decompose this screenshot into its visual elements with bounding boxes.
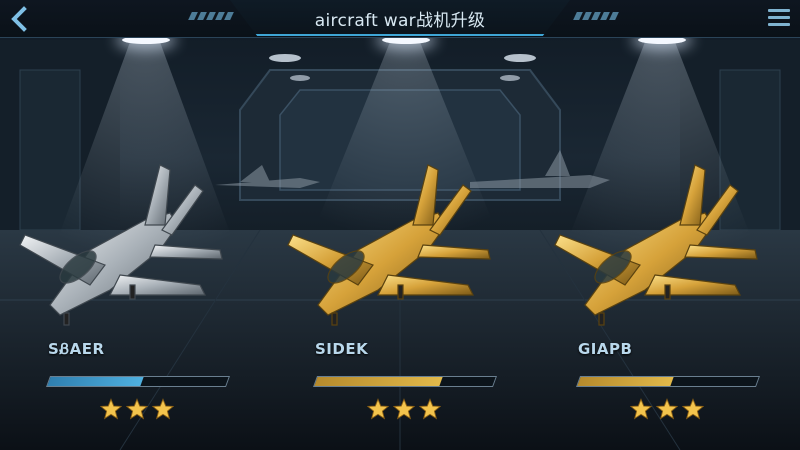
jet-gold-2 bbox=[554, 164, 758, 326]
star-icon bbox=[393, 398, 415, 420]
star-icon bbox=[100, 398, 122, 420]
star-rating bbox=[630, 398, 704, 420]
page-title: aircraft war战机升级 bbox=[314, 11, 486, 31]
chevron-left-icon bbox=[11, 6, 27, 32]
upgrade-progress-bar bbox=[45, 376, 231, 387]
title-stripes-left bbox=[188, 12, 234, 20]
progress-fill bbox=[577, 377, 674, 386]
star-icon bbox=[656, 398, 678, 420]
star-rating bbox=[367, 398, 441, 420]
plane-name: SᏰAER bbox=[48, 340, 105, 358]
jet-gold-1 bbox=[287, 164, 491, 326]
plane-card[interactable]: SᏰAER bbox=[45, 340, 248, 430]
star-icon bbox=[367, 398, 389, 420]
hamburger-menu-icon bbox=[768, 9, 790, 12]
menu-button[interactable] bbox=[768, 9, 790, 27]
star-icon bbox=[419, 398, 441, 420]
back-button[interactable] bbox=[6, 6, 34, 32]
title-stripes-right bbox=[573, 12, 619, 20]
plane-name: SIDEK bbox=[315, 340, 369, 358]
star-icon bbox=[682, 398, 704, 420]
star-icon bbox=[152, 398, 174, 420]
progress-fill bbox=[47, 377, 144, 386]
star-icon bbox=[126, 398, 148, 420]
plane-name: GIAPB bbox=[578, 340, 633, 358]
plane-card[interactable]: SIDEK bbox=[312, 340, 515, 430]
progress-fill bbox=[314, 377, 443, 386]
star-icon bbox=[630, 398, 652, 420]
upgrade-progress-bar bbox=[575, 376, 761, 387]
plane-card[interactable]: GIAPB bbox=[575, 340, 778, 430]
jet-silver bbox=[19, 164, 223, 326]
star-rating bbox=[100, 398, 174, 420]
upgrade-progress-bar bbox=[312, 376, 498, 387]
